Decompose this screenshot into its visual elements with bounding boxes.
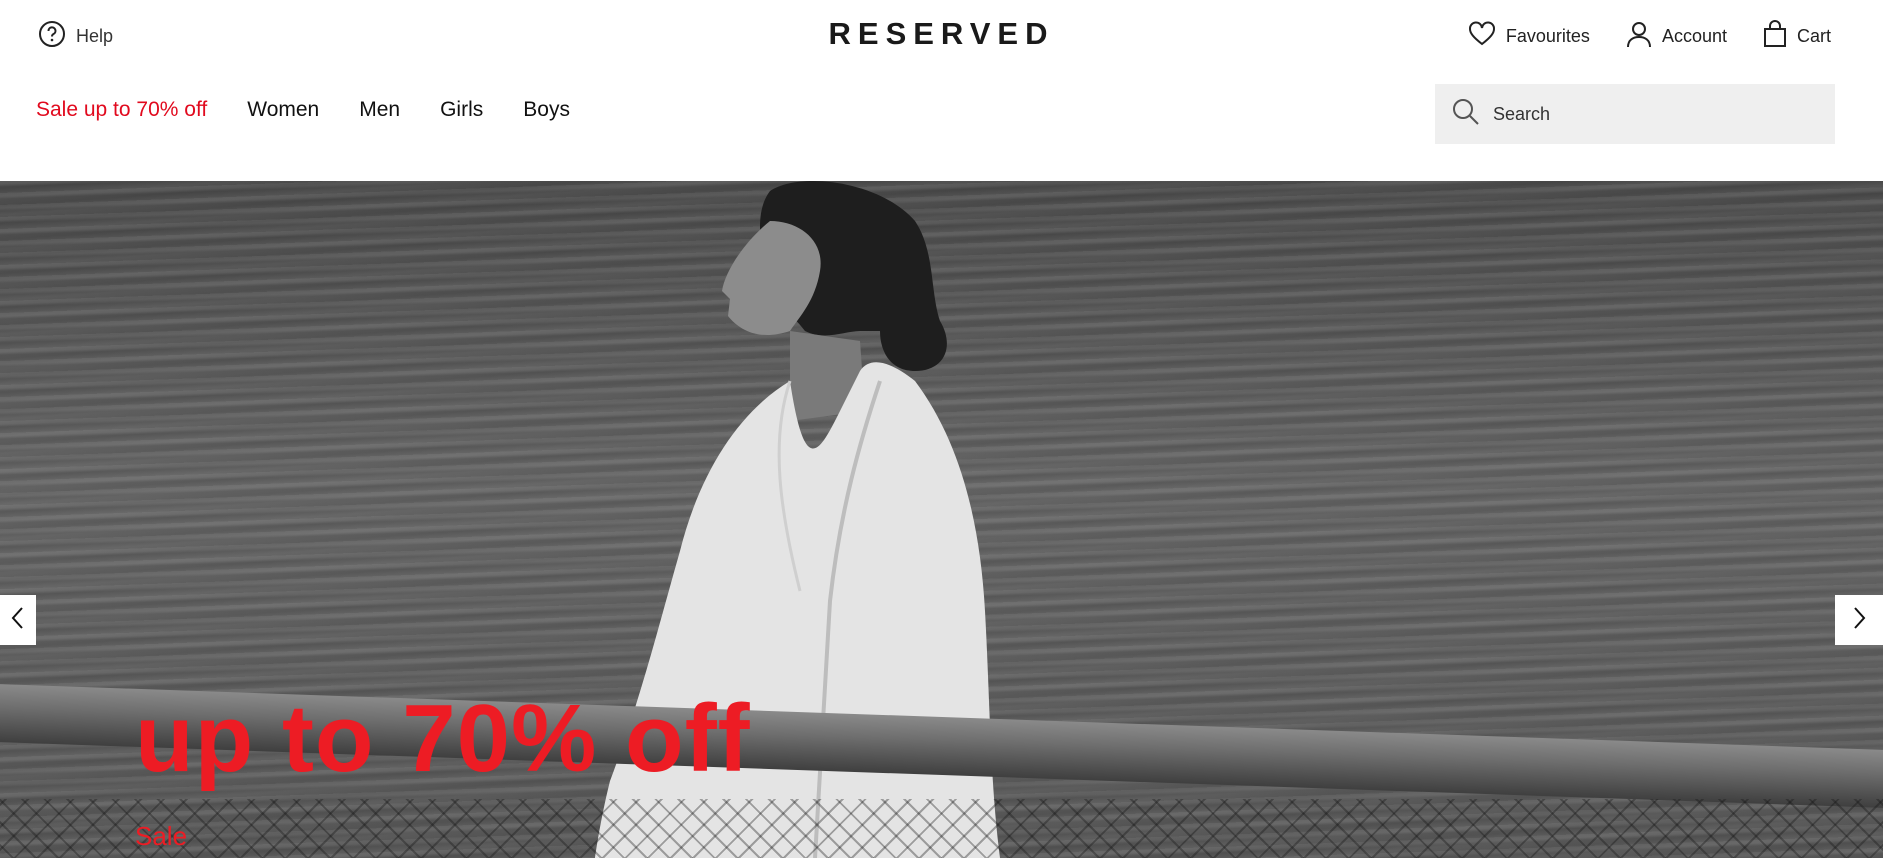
utility-nav: Favourites Account Cart bbox=[1468, 20, 1831, 53]
hero-headline: up to 70% off bbox=[135, 685, 751, 792]
bag-icon bbox=[1763, 20, 1787, 53]
account-link[interactable]: Account bbox=[1626, 20, 1727, 53]
search-input[interactable] bbox=[1491, 102, 1815, 126]
nav-item-women[interactable]: Women bbox=[247, 98, 319, 122]
chevron-left-icon bbox=[10, 606, 26, 635]
search-bar[interactable] bbox=[1435, 84, 1835, 144]
cart-label: Cart bbox=[1796, 26, 1831, 46]
nav-item-men[interactable]: Men bbox=[359, 98, 400, 122]
top-bar: Help RESERVED Favourites Account Cart bbox=[0, 0, 1883, 70]
carousel-prev-button[interactable] bbox=[0, 595, 36, 645]
search-icon bbox=[1435, 97, 1481, 132]
cart-link[interactable]: Cart bbox=[1763, 20, 1831, 53]
hero-banner[interactable]: up to 70% off Sale bbox=[0, 181, 1883, 858]
chevron-right-icon bbox=[1851, 606, 1867, 635]
fence-mesh bbox=[0, 799, 1883, 858]
user-icon bbox=[1626, 20, 1652, 53]
account-label: Account bbox=[1661, 26, 1727, 46]
hero-subline[interactable]: Sale bbox=[135, 821, 187, 852]
main-nav: Sale up to 70% off Women Men Girls Boys bbox=[36, 98, 570, 122]
nav-item-sale[interactable]: Sale up to 70% off bbox=[36, 98, 207, 122]
favourites-link[interactable]: Favourites bbox=[1468, 21, 1590, 52]
nav-item-girls[interactable]: Girls bbox=[440, 98, 483, 122]
favourites-label: Favourites bbox=[1505, 26, 1590, 46]
carousel-next-button[interactable] bbox=[1835, 595, 1883, 645]
nav-item-boys[interactable]: Boys bbox=[523, 98, 570, 122]
heart-icon bbox=[1468, 21, 1496, 52]
